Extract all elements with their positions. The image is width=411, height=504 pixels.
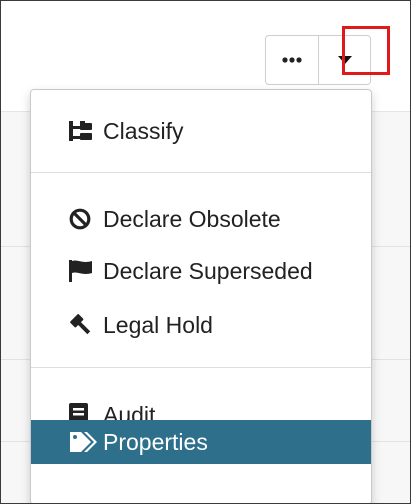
app-frame: Classify Declare Obsolete Declare Supers…: [0, 0, 411, 504]
ban-icon: [69, 207, 99, 231]
menu-item-label: Declare Obsolete: [103, 205, 281, 232]
menu-item-label: Properties: [103, 428, 208, 455]
menu-item-declare-obsolete[interactable]: Declare Obsolete: [31, 199, 371, 239]
ellipsis-icon: [282, 57, 302, 63]
gavel-icon: [69, 313, 99, 337]
menu-item-declare-superseded[interactable]: Declare Superseded: [31, 251, 371, 291]
menu-item-classify[interactable]: Classify: [31, 111, 371, 151]
menu-divider: [31, 367, 371, 368]
tags-icon: [69, 430, 99, 454]
menu-item-properties[interactable]: Properties: [31, 420, 371, 464]
more-actions-button[interactable]: [265, 35, 319, 85]
dropdown-menu: Classify Declare Obsolete Declare Supers…: [30, 89, 372, 503]
menu-item-legal-hold[interactable]: Legal Hold: [31, 305, 371, 345]
menu-divider: [31, 172, 371, 173]
sitemap-icon: [69, 119, 99, 143]
flag-icon: [69, 259, 99, 283]
caret-down-icon: [337, 56, 352, 64]
menu-item-label: Legal Hold: [103, 311, 213, 338]
menu-item-label: Classify: [103, 117, 184, 144]
menu-item-label: Declare Superseded: [103, 257, 313, 284]
dropdown-toggle-button[interactable]: [319, 35, 371, 85]
